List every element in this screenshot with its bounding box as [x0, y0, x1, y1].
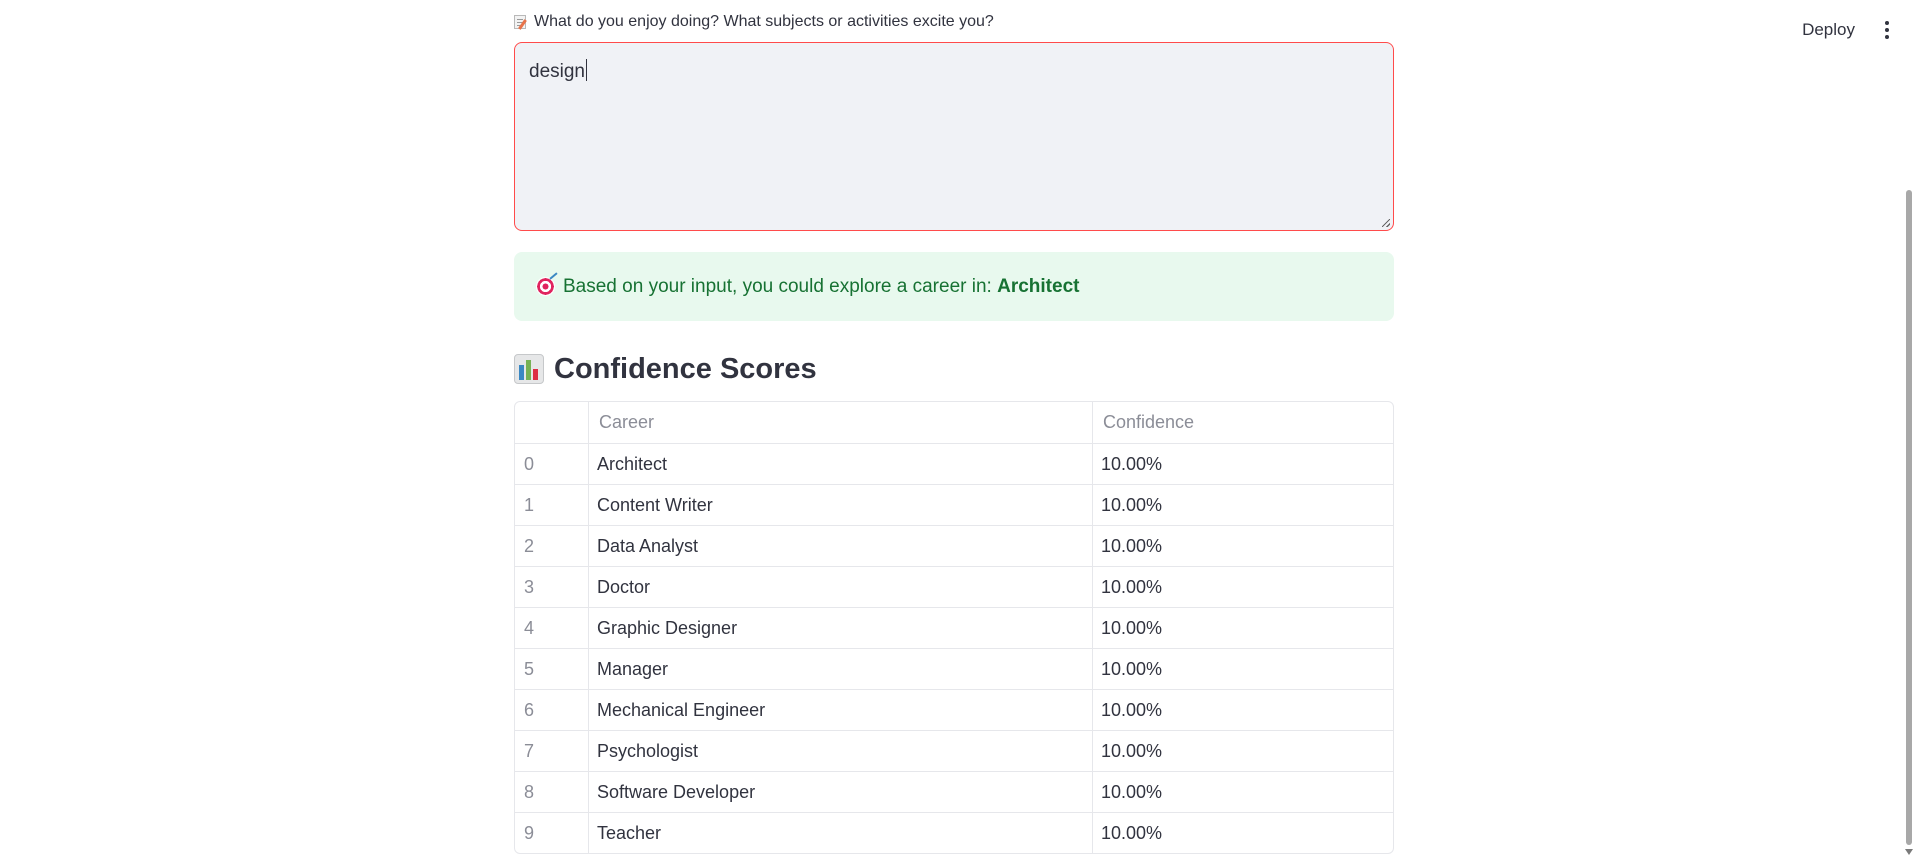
index-column-header: [515, 402, 589, 443]
career-suggestion-alert: Based on your input, you could explore a…: [514, 252, 1394, 321]
target-icon: [536, 277, 555, 296]
career-cell[interactable]: Graphic Designer: [589, 608, 1093, 648]
row-index: 8: [515, 772, 589, 812]
section-title: Confidence Scores: [554, 352, 817, 385]
confidence-cell[interactable]: 10.00%: [1093, 690, 1393, 730]
confidence-cell[interactable]: 10.00%: [1093, 526, 1393, 566]
suggestion-text: Based on your input, you could explore a…: [563, 276, 1079, 298]
text-caret: [586, 59, 587, 81]
question-label: What do you enjoy doing? What subjects o…: [514, 12, 1394, 32]
table-header-row: Career Confidence: [515, 402, 1393, 443]
table-row[interactable]: 0 Architect 10.00%: [515, 443, 1393, 484]
confidence-cell[interactable]: 10.00%: [1093, 772, 1393, 812]
row-index: 5: [515, 649, 589, 689]
memo-icon: [514, 14, 528, 30]
bar-chart-icon: [514, 354, 544, 384]
confidence-table[interactable]: Career Confidence 0 Architect 10.00% 1 Conte…: [514, 401, 1394, 854]
row-index: 4: [515, 608, 589, 648]
confidence-cell[interactable]: 10.00%: [1093, 731, 1393, 771]
table-row[interactable]: 1 Content Writer 10.00%: [515, 484, 1393, 525]
confidence-column-header[interactable]: Confidence: [1093, 402, 1393, 443]
confidence-cell[interactable]: 10.00%: [1093, 813, 1393, 853]
confidence-cell[interactable]: 10.00%: [1093, 649, 1393, 689]
table-row[interactable]: 3 Doctor 10.00%: [515, 566, 1393, 607]
career-cell[interactable]: Teacher: [589, 813, 1093, 853]
career-cell[interactable]: Architect: [589, 444, 1093, 484]
career-cell[interactable]: Mechanical Engineer: [589, 690, 1093, 730]
table-row[interactable]: 2 Data Analyst 10.00%: [515, 525, 1393, 566]
scroll-down-arrow-icon[interactable]: [1905, 849, 1913, 855]
table-body: 0 Architect 10.00% 1 Content Writer 10.00% 2 Da…: [515, 443, 1393, 853]
table-row[interactable]: 4 Graphic Designer 10.00%: [515, 607, 1393, 648]
kebab-menu-icon[interactable]: [1879, 16, 1895, 44]
career-cell[interactable]: Psychologist: [589, 731, 1093, 771]
career-cell[interactable]: Content Writer: [589, 485, 1093, 525]
confidence-cell[interactable]: 10.00%: [1093, 567, 1393, 607]
deploy-button[interactable]: Deploy: [1796, 14, 1861, 46]
row-index: 7: [515, 731, 589, 771]
section-heading: Confidence Scores: [514, 351, 1394, 387]
suggestion-prefix: Based on your input, you could explore a…: [563, 275, 992, 297]
row-index: 9: [515, 813, 589, 853]
header-toolbar: Deploy: [1796, 14, 1895, 46]
row-index: 0: [515, 444, 589, 484]
row-index: 3: [515, 567, 589, 607]
main-content: What do you enjoy doing? What subjects o…: [514, 0, 1394, 854]
confidence-cell[interactable]: 10.00%: [1093, 485, 1393, 525]
career-cell[interactable]: Manager: [589, 649, 1093, 689]
table-row[interactable]: 7 Psychologist 10.00%: [515, 730, 1393, 771]
table-row[interactable]: 6 Mechanical Engineer 10.00%: [515, 689, 1393, 730]
question-label-text: What do you enjoy doing? What subjects o…: [534, 13, 994, 30]
career-cell[interactable]: Data Analyst: [589, 526, 1093, 566]
textarea-value: design: [529, 61, 585, 82]
row-index: 6: [515, 690, 589, 730]
table-row[interactable]: 8 Software Developer 10.00%: [515, 771, 1393, 812]
textarea-value-wrap: design: [529, 59, 587, 83]
table-row[interactable]: 9 Teacher 10.00%: [515, 812, 1393, 853]
career-cell[interactable]: Doctor: [589, 567, 1093, 607]
vertical-scrollbar[interactable]: [1903, 0, 1915, 857]
row-index: 2: [515, 526, 589, 566]
row-index: 1: [515, 485, 589, 525]
resize-handle-icon[interactable]: [1382, 219, 1390, 227]
scrollbar-thumb[interactable]: [1906, 190, 1912, 845]
suggested-career: Architect: [997, 275, 1080, 297]
confidence-cell[interactable]: 10.00%: [1093, 444, 1393, 484]
table-row[interactable]: 5 Manager 10.00%: [515, 648, 1393, 689]
career-column-header[interactable]: Career: [589, 402, 1093, 443]
app-page: Deploy What do you enjoy doing? What sub…: [0, 0, 1915, 857]
career-cell[interactable]: Software Developer: [589, 772, 1093, 812]
interests-textarea[interactable]: design: [514, 42, 1394, 231]
confidence-cell[interactable]: 10.00%: [1093, 608, 1393, 648]
